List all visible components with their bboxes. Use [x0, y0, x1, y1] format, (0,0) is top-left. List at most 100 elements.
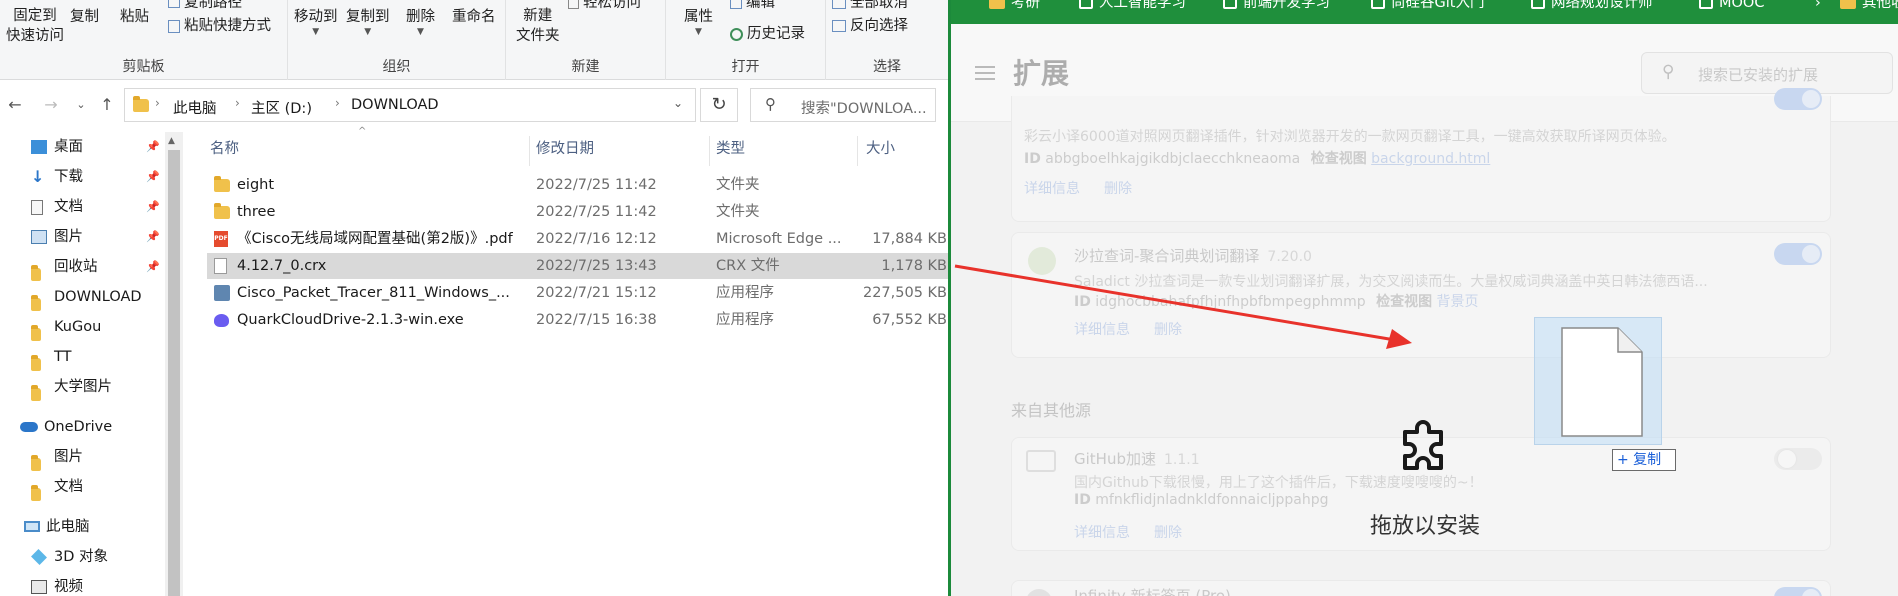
file-size: 227,505 KB: [862, 285, 947, 301]
dragged-file-ghost: [1534, 317, 1662, 445]
copy-label: 复制: [70, 9, 99, 25]
column-separator[interactable]: [529, 136, 530, 166]
file-row-selected[interactable]: 4.12.7_0.crx 2022/7/25 13:43 CRX 文件 1,17…: [207, 253, 948, 279]
copy-button[interactable]: 复制: [70, 6, 99, 28]
folder-icon: [31, 290, 47, 311]
sort-ascending-icon: ^: [358, 126, 367, 137]
recent-locations-button[interactable]: ⌄: [70, 94, 92, 116]
nav-item-pictures[interactable]: 图片 📌: [0, 223, 162, 251]
select-none-button[interactable]: 全部取消: [832, 0, 908, 14]
refresh-button[interactable]: ↻: [700, 88, 738, 122]
bookmark-label: 其他收藏夹: [1862, 0, 1898, 11]
file-date: 2022/7/25 11:42: [536, 177, 657, 193]
ribbon-group-clipboard: 固定到 快速访问 复制 粘贴 复制路径 粘贴快捷方式 剪贴板: [0, 0, 288, 80]
column-header-date[interactable]: 修改日期: [536, 136, 594, 162]
nav-item-college-pictures[interactable]: 大学图片: [0, 373, 162, 401]
bookmark-label: 网络规划设计师: [1551, 0, 1653, 11]
copy-path-button[interactable]: 复制路径: [168, 0, 242, 14]
history-button[interactable]: 历史记录: [730, 23, 805, 45]
select-none-label: 全部取消: [850, 0, 908, 11]
file-row[interactable]: QuarkCloudDrive-2.1.3-win.exe 2022/7/15 …: [207, 307, 948, 333]
up-button[interactable]: ↑: [96, 94, 118, 116]
easy-access-button[interactable]: 轻松访问: [568, 0, 641, 14]
nav-item-videos[interactable]: 视频: [0, 573, 162, 596]
ribbon-group-new: 新建 文件夹 轻松访问 新建: [506, 0, 666, 80]
nav-scrollbar-thumb[interactable]: [168, 150, 180, 596]
nav-item-kugou[interactable]: KuGou: [0, 313, 162, 341]
nav-label: 大学图片: [54, 379, 112, 395]
pin-icon: 📌: [146, 140, 160, 153]
nav-item-recycle[interactable]: 回收站 📌: [0, 253, 162, 281]
properties-button[interactable]: 属性 ▼: [684, 6, 713, 37]
bookmark-git[interactable]: 尚硅谷Git入门: [1371, 0, 1484, 10]
nav-item-downloads[interactable]: ↓ 下载 📌: [0, 163, 162, 191]
clipboard-group-label: 剪贴板: [122, 59, 165, 75]
column-separator[interactable]: [857, 136, 858, 166]
file-row[interactable]: PDF 《Cisco无线局域网配置基础(第2版)》.pdf 2022/7/16 …: [207, 226, 948, 252]
file-size: 1,178 KB: [881, 258, 947, 274]
paste-shortcut-button[interactable]: 粘贴快捷方式: [168, 15, 271, 37]
move-to-dropdown-icon: ▼: [312, 27, 320, 37]
file-type: CRX 文件: [716, 258, 780, 274]
invert-selection-button[interactable]: 反向选择: [832, 15, 908, 37]
nav-item-this-pc[interactable]: 此电脑: [0, 513, 162, 541]
bookmark-ai[interactable]: 人工智能学习: [1079, 0, 1186, 10]
nav-item-3d-objects[interactable]: 3D 对象: [0, 543, 162, 571]
column-header-type[interactable]: 类型: [716, 136, 745, 162]
edit-button[interactable]: 编辑: [730, 0, 775, 14]
delete-button[interactable]: 删除 ▼: [406, 6, 435, 37]
rename-button[interactable]: 重命名: [452, 6, 496, 28]
nav-label: KuGou: [54, 319, 102, 335]
nav-item-desktop[interactable]: 桌面 📌: [0, 133, 162, 161]
back-button[interactable]: ←: [4, 94, 26, 116]
file-name: three: [237, 204, 276, 220]
forward-button[interactable]: →: [40, 94, 62, 116]
copy-to-button[interactable]: 复制到 ▼: [346, 6, 390, 37]
file-row[interactable]: three 2022/7/25 11:42 文件夹: [207, 199, 948, 225]
bookmarks-overflow-chevron-icon[interactable]: ›: [1815, 0, 1821, 10]
file-row[interactable]: eight 2022/7/25 11:42 文件夹: [207, 172, 948, 198]
nav-item-onedrive-pictures[interactable]: 图片: [0, 443, 162, 471]
invert-selection-label: 反向选择: [850, 18, 908, 34]
nav-item-onedrive-documents[interactable]: 文档: [0, 473, 162, 501]
bookmark-kaoyan[interactable]: 考研: [989, 0, 1040, 10]
cube-icon: [31, 549, 47, 565]
address-dropdown-icon[interactable]: ⌄: [673, 96, 683, 110]
breadcrumb-drive[interactable]: 主区 (D:): [251, 97, 312, 118]
pin-icon: 📌: [146, 230, 160, 243]
column-header-name[interactable]: 名称: [210, 136, 239, 162]
nav-item-documents[interactable]: 文档 📌: [0, 193, 162, 221]
breadcrumb-download[interactable]: DOWNLOAD: [351, 97, 439, 113]
open-group-label: 打开: [731, 59, 760, 75]
move-to-button[interactable]: 移动到 ▼: [294, 6, 338, 37]
bookmark-other[interactable]: 其他收藏夹: [1840, 0, 1898, 10]
pin-quick-access-button[interactable]: 固定到 快速访问: [6, 6, 64, 46]
nav-item-tt[interactable]: TT: [0, 343, 162, 371]
invert-selection-icon: [832, 20, 846, 32]
bookmark-network[interactable]: 网络规划设计师: [1531, 0, 1653, 10]
nav-item-download-folder[interactable]: DOWNLOAD: [0, 283, 162, 311]
picture-icon: [31, 230, 47, 244]
code-icon: [1223, 0, 1237, 9]
file-row[interactable]: Cisco_Packet_Tracer_811_Windows_... 2022…: [207, 280, 948, 306]
nav-item-onedrive[interactable]: OneDrive: [0, 413, 162, 441]
bookmark-mooc[interactable]: MOOC: [1699, 0, 1764, 10]
new-folder-button[interactable]: 新建 文件夹: [516, 6, 560, 46]
column-separator[interactable]: [709, 136, 710, 166]
bookmark-frontend[interactable]: 前端开发学习: [1223, 0, 1330, 10]
pin-icon: 📌: [146, 260, 160, 273]
folder-icon: [989, 0, 1005, 9]
bookmark-label: 尚硅谷Git入门: [1391, 0, 1485, 11]
breadcrumb-chevron-icon: ›: [335, 96, 340, 110]
search-input[interactable]: ⚲ 搜索"DOWNLOA...: [750, 88, 936, 122]
address-bar[interactable]: › 此电脑 › 主区 (D:) › DOWNLOAD ⌄: [124, 88, 696, 122]
column-header-size[interactable]: 大小: [866, 136, 895, 162]
file-icon: [1561, 327, 1643, 437]
puzzle-icon: [1403, 420, 1443, 470]
scroll-up-icon[interactable]: ▲: [168, 136, 175, 146]
paste-button[interactable]: 粘贴: [120, 6, 149, 28]
folder-icon: [1840, 0, 1856, 9]
drop-to-install-text: 拖放以安装: [1369, 514, 1480, 539]
folder-icon: [31, 350, 47, 371]
breadcrumb-this-pc[interactable]: 此电脑: [173, 97, 217, 118]
